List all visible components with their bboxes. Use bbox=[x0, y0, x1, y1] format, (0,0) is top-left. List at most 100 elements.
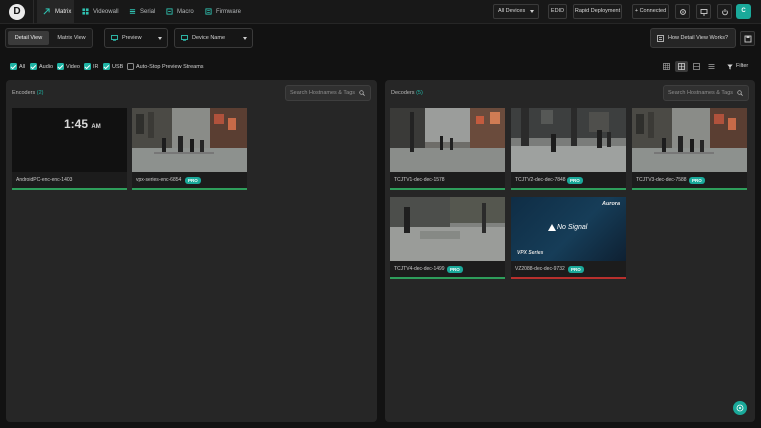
device-name: TCJTV4-dec-dec-1499 bbox=[394, 266, 445, 272]
pro-badge: PRO bbox=[689, 176, 705, 184]
checkbox-checked-icon bbox=[84, 63, 91, 70]
encoders-title: Encoders bbox=[12, 90, 36, 96]
preview-thumbnail bbox=[390, 197, 505, 261]
decoders-panel-title: Decoders (5) bbox=[391, 90, 423, 96]
status-bar bbox=[12, 188, 127, 190]
firmware-icon bbox=[205, 8, 212, 15]
status-bar bbox=[390, 188, 505, 190]
filter-audio-checkbox[interactable]: Audio bbox=[30, 63, 54, 71]
status-bar bbox=[632, 188, 747, 190]
rapid-deployment-button[interactable]: Rapid Deployment bbox=[573, 4, 622, 19]
device-name: AndroidPC-enc-enc-1403 bbox=[16, 177, 73, 183]
monitor-icon bbox=[700, 9, 708, 16]
grid-medium-icon bbox=[678, 63, 685, 70]
device-name-select-value: Device Name bbox=[192, 35, 226, 41]
decoder-card[interactable]: TCJTV1-dec-dec-1578 bbox=[390, 108, 505, 190]
filter-usb-checkbox[interactable]: USB bbox=[103, 63, 123, 71]
decoder-card[interactable]: Aurora No Signal VPX Series VZ2088-dec-d… bbox=[511, 197, 626, 279]
app-logo[interactable]: D bbox=[9, 4, 25, 20]
matrix-view-button[interactable]: Matrix View bbox=[51, 31, 92, 45]
preview-thumbnail: 1:45 AM bbox=[12, 108, 127, 172]
edid-button[interactable]: EDID bbox=[548, 4, 567, 19]
grid-large-view-button[interactable] bbox=[690, 61, 703, 72]
preview-select[interactable]: Preview bbox=[104, 28, 168, 48]
street-preview-image bbox=[390, 197, 505, 261]
encoder-card[interactable]: vpx-series-enc-6854 PRO bbox=[132, 108, 247, 190]
filter-label: Video bbox=[66, 64, 80, 70]
save-layout-button[interactable] bbox=[740, 31, 755, 46]
tab-label: Firmware bbox=[216, 9, 241, 15]
search-icon bbox=[737, 90, 743, 96]
card-footer: vpx-series-enc-6854 PRO bbox=[132, 172, 247, 188]
decoder-card[interactable]: TCJTV2-dec-dec-7848 PRO bbox=[511, 108, 626, 190]
preview-select-value: Preview bbox=[122, 35, 142, 41]
clock-time: 1:45 bbox=[64, 117, 89, 131]
chevron-down-icon bbox=[243, 37, 247, 40]
macro-icon bbox=[166, 8, 173, 15]
decoder-card[interactable]: TCJTV3-dec-dec-7588 PRO bbox=[632, 108, 747, 190]
card-footer: VZ2088-dec-dec-9732 PRO bbox=[511, 261, 626, 277]
pro-badge: PRO bbox=[447, 265, 463, 273]
help-button[interactable] bbox=[733, 401, 747, 415]
preview-thumbnail bbox=[132, 108, 247, 172]
card-footer: TCJTV3-dec-dec-7588 PRO bbox=[632, 172, 747, 188]
street-preview-image bbox=[390, 108, 505, 172]
tab-label: Macro bbox=[177, 9, 194, 15]
decoder-card[interactable]: TCJTV4-dec-dec-1499 PRO bbox=[390, 197, 505, 279]
card-footer: TCJTV1-dec-dec-1578 bbox=[390, 172, 505, 188]
checkbox-checked-icon bbox=[103, 63, 110, 70]
auto-stop-preview-checkbox[interactable]: Auto-Stop Preview Streams bbox=[127, 63, 204, 71]
tab-matrix[interactable]: Matrix bbox=[37, 0, 74, 24]
tab-firmware[interactable]: Firmware bbox=[204, 0, 241, 24]
card-footer: AndroidPC-enc-enc-1403 bbox=[12, 172, 127, 188]
device-name: vpx-series-enc-6854 bbox=[136, 177, 182, 183]
no-signal-text: No Signal bbox=[557, 224, 588, 231]
decoders-panel: Decoders (5) Search Hostnames & Tags TCJ… bbox=[385, 80, 755, 422]
user-avatar[interactable]: C bbox=[736, 4, 751, 19]
checkbox-checked-icon bbox=[10, 63, 17, 70]
card-footer: TCJTV4-dec-dec-1499 PRO bbox=[390, 261, 505, 277]
device-filter-select[interactable]: All Devices bbox=[493, 4, 539, 19]
detail-view-button[interactable]: Detail View bbox=[8, 31, 49, 45]
grid-small-icon bbox=[663, 63, 670, 70]
tab-label: Videowall bbox=[93, 9, 119, 15]
clock-ampm: AM bbox=[91, 124, 101, 130]
filter-all-checkbox[interactable]: All bbox=[10, 63, 28, 71]
checkbox-checked-icon bbox=[30, 63, 37, 70]
help-book-icon bbox=[657, 35, 664, 42]
decoders-search-input[interactable]: Search Hostnames & Tags bbox=[663, 85, 749, 101]
grid-small-view-button[interactable] bbox=[660, 61, 673, 72]
encoders-search-input[interactable]: Search Hostnames & Tags bbox=[285, 85, 371, 101]
encoders-panel: Encoders (2) Search Hostnames & Tags 1:4… bbox=[6, 80, 377, 422]
checkbox-unchecked-icon bbox=[127, 63, 134, 70]
filter-video-checkbox[interactable]: Video bbox=[57, 63, 80, 71]
encoders-count: (2) bbox=[36, 90, 44, 96]
help-icon bbox=[736, 404, 744, 412]
street-preview-image bbox=[632, 108, 747, 172]
street-preview-image bbox=[511, 108, 626, 172]
tab-videowall[interactable]: Videowall bbox=[81, 0, 121, 24]
monitor-button[interactable] bbox=[696, 4, 711, 19]
gear-icon bbox=[680, 9, 686, 15]
filter-label: IR bbox=[93, 64, 99, 70]
tab-label: Serial bbox=[140, 9, 156, 15]
device-filter-value: All Devices bbox=[498, 8, 526, 14]
list-view-button[interactable] bbox=[705, 61, 718, 72]
encoder-card[interactable]: 1:45 AM AndroidPC-enc-enc-1403 bbox=[12, 108, 127, 190]
how-detail-view-label: How Detail View Works? bbox=[668, 35, 729, 41]
settings-button[interactable] bbox=[675, 4, 690, 19]
tab-macro[interactable]: Macro bbox=[165, 0, 195, 24]
tab-serial[interactable]: Serial bbox=[128, 0, 156, 24]
device-name: VZ2088-dec-dec-9732 bbox=[515, 266, 565, 272]
search-icon bbox=[359, 90, 365, 96]
status-bar bbox=[511, 277, 626, 279]
grid-medium-view-button[interactable] bbox=[675, 61, 688, 72]
device-name-select[interactable]: Device Name bbox=[174, 28, 253, 48]
filter-button[interactable]: Filter bbox=[725, 61, 751, 72]
pro-badge: PRO bbox=[568, 265, 584, 273]
power-button[interactable] bbox=[717, 4, 732, 19]
device-name: TCJTV3-dec-dec-7588 bbox=[636, 177, 687, 183]
connected-button[interactable]: + Connected bbox=[632, 4, 669, 19]
how-detail-view-button[interactable]: How Detail View Works? bbox=[650, 28, 736, 48]
filter-ir-checkbox[interactable]: IR bbox=[84, 63, 99, 71]
